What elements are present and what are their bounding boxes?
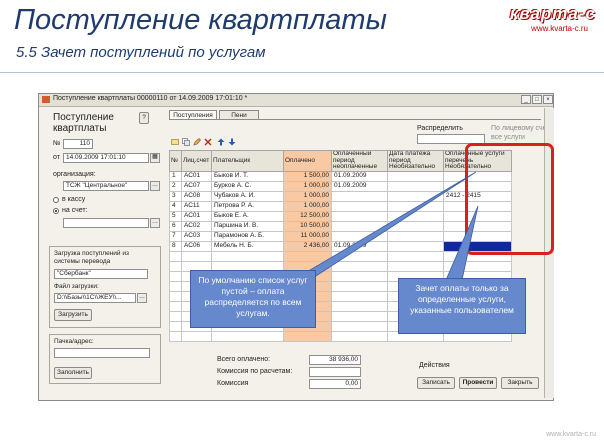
callout-services: Зачет оплаты только за определенные услу… [398, 278, 526, 334]
slide-footer: www.kvarta-c.ru [546, 431, 596, 438]
callout-default: По умолчанию список услуг пустой – оплат… [190, 270, 316, 328]
callout-pointers [298, 171, 479, 281]
